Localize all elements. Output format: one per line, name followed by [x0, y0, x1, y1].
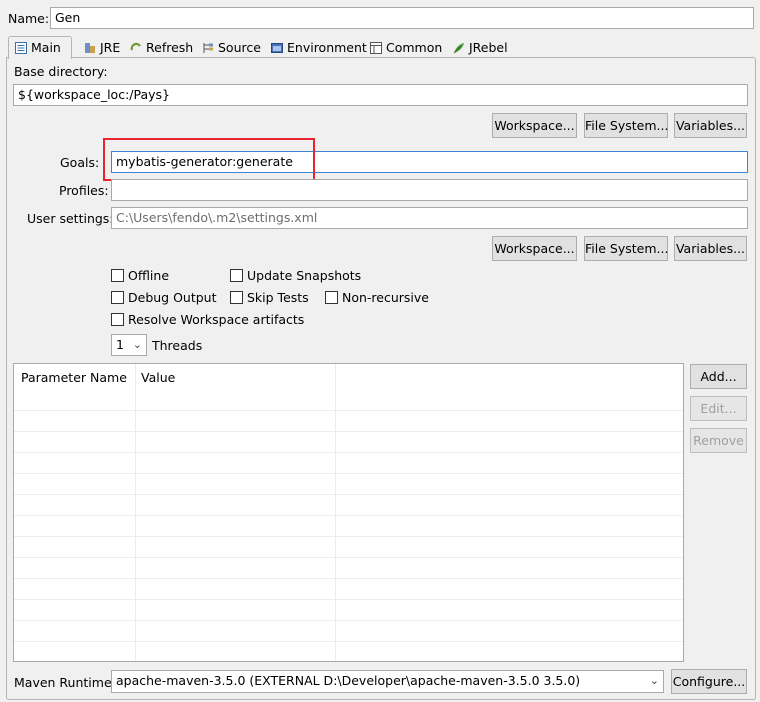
main-tab-icon — [15, 42, 27, 54]
checkbox-box[interactable] — [325, 291, 338, 304]
profiles-input[interactable] — [111, 179, 748, 201]
base-directory-label: Base directory: — [14, 64, 108, 79]
source-icon — [203, 43, 213, 53]
maven-runtime-label: Maven Runtime: — [14, 675, 116, 690]
checkbox-box[interactable] — [111, 269, 124, 282]
environment-icon — [271, 43, 283, 53]
base-file-system-button[interactable]: File System... — [584, 113, 668, 138]
tab-source[interactable]: Source — [198, 38, 261, 58]
base-workspace-button[interactable]: Workspace... — [492, 113, 577, 138]
settings-file-system-button[interactable]: File System... — [584, 236, 668, 261]
parameters-table[interactable]: Parameter Name Value — [13, 363, 684, 662]
tab-label: Main — [31, 40, 61, 55]
debug-output-label: Debug Output — [128, 290, 217, 305]
column-header-parameter-name[interactable]: Parameter Name — [21, 370, 127, 385]
update-snapshots-label: Update Snapshots — [247, 268, 362, 283]
tab-label: Source — [218, 40, 261, 55]
offline-label: Offline — [128, 268, 170, 283]
row-divider — [14, 557, 683, 558]
common-icon — [370, 42, 382, 54]
maven-runtime-value: apache-maven-3.5.0 (EXTERNAL D:\Develope… — [116, 673, 581, 688]
settings-variables-button[interactable]: Variables... — [674, 236, 747, 261]
profiles-label: Profiles: — [59, 183, 109, 198]
non-recursive-checkbox[interactable]: Non-recursive — [325, 290, 429, 305]
row-divider — [14, 578, 683, 579]
tab-refresh[interactable]: Refresh — [126, 38, 193, 58]
debug-output-checkbox[interactable]: Debug Output — [111, 290, 217, 305]
column-divider — [335, 364, 336, 661]
row-divider — [14, 620, 683, 621]
tab-label: Refresh — [146, 40, 194, 55]
skip-tests-checkbox[interactable]: Skip Tests — [230, 290, 309, 305]
row-divider — [14, 494, 683, 495]
row-divider — [14, 599, 683, 600]
column-header-value[interactable]: Value — [141, 370, 175, 385]
resolve-workspace-label: Resolve Workspace artifacts — [128, 312, 305, 327]
edit-parameter-button[interactable]: Edit... — [690, 396, 747, 421]
row-divider — [14, 431, 683, 432]
tab-label: JRebel — [469, 40, 508, 55]
checkbox-box[interactable] — [230, 269, 243, 282]
configure-button[interactable]: Configure... — [671, 669, 747, 694]
tab-main[interactable]: Main — [8, 36, 72, 59]
checkbox-box[interactable] — [111, 291, 124, 304]
threads-select[interactable]: 1 ⌄ — [111, 334, 147, 356]
non-recursive-label: Non-recursive — [342, 290, 429, 305]
tab-environment[interactable]: Environment — [267, 38, 367, 58]
jrebel-icon — [453, 43, 464, 54]
user-settings-input[interactable]: C:\Users\fendo\.m2\settings.xml — [111, 207, 748, 229]
tab-jre[interactable]: JRE — [80, 38, 120, 58]
goals-label: Goals: — [60, 155, 100, 170]
settings-workspace-button[interactable]: Workspace... — [492, 236, 577, 261]
row-divider — [14, 515, 683, 516]
checkbox-box[interactable] — [230, 291, 243, 304]
update-snapshots-checkbox[interactable]: Update Snapshots — [230, 268, 361, 283]
tab-jrebel[interactable]: JRebel — [449, 38, 508, 58]
row-divider — [14, 536, 683, 537]
goals-highlight-box — [103, 138, 315, 181]
name-label: Name: — [8, 11, 50, 26]
chevron-down-icon: ⌄ — [649, 674, 659, 687]
row-divider — [14, 641, 683, 642]
threads-label: Threads — [152, 338, 203, 353]
remove-parameter-button[interactable]: Remove — [690, 428, 747, 453]
row-divider — [14, 410, 683, 411]
refresh-icon — [130, 42, 141, 51]
checkbox-box[interactable] — [111, 313, 124, 326]
base-variables-button[interactable]: Variables... — [674, 113, 747, 138]
name-input[interactable]: Gen — [50, 7, 754, 29]
skip-tests-label: Skip Tests — [247, 290, 309, 305]
threads-value: 1 — [116, 337, 124, 352]
resolve-workspace-checkbox[interactable]: Resolve Workspace artifacts — [111, 312, 304, 327]
base-directory-input[interactable]: ${workspace_loc:/Pays} — [13, 84, 748, 106]
add-parameter-button[interactable]: Add... — [690, 364, 747, 389]
user-settings-label: User settings: — [27, 211, 114, 226]
chevron-down-icon: ⌄ — [132, 338, 142, 351]
tab-label: Environment — [287, 40, 367, 55]
maven-runtime-select[interactable]: apache-maven-3.5.0 (EXTERNAL D:\Develope… — [111, 670, 664, 693]
row-divider — [14, 473, 683, 474]
jre-icon — [85, 43, 95, 53]
column-divider — [135, 364, 136, 661]
tab-common[interactable]: Common — [366, 38, 442, 58]
tab-label: JRE — [100, 40, 121, 55]
tab-label: Common — [386, 40, 443, 55]
offline-checkbox[interactable]: Offline — [111, 268, 169, 283]
row-divider — [14, 452, 683, 453]
